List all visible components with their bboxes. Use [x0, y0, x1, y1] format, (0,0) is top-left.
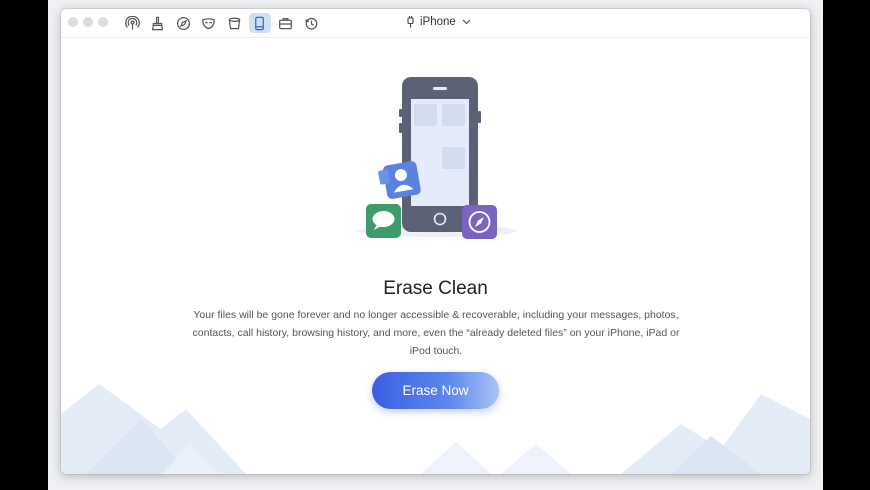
podcast-icon[interactable] — [121, 13, 143, 33]
privacy-mask-icon[interactable] — [198, 13, 220, 33]
trash-bin-icon[interactable] — [223, 13, 245, 33]
device-name: iPhone — [420, 15, 456, 28]
contacts-app-icon — [378, 161, 421, 199]
browser-safari-icon[interactable] — [172, 13, 194, 33]
phone-illustration — [356, 77, 516, 239]
toolbar — [121, 13, 326, 33]
titlebar: iPhone — [61, 9, 810, 38]
zoom-window-button[interactable] — [98, 17, 108, 27]
chevron-down-icon — [462, 19, 471, 24]
device-selector[interactable]: iPhone — [407, 15, 471, 28]
minimize-window-button[interactable] — [83, 17, 93, 27]
description: Your files will be gone forever and no l… — [181, 306, 691, 360]
safari-app-icon — [462, 205, 497, 239]
messages-app-icon — [366, 204, 401, 238]
close-window-button[interactable] — [68, 17, 78, 27]
clean-brush-icon[interactable] — [147, 13, 169, 33]
toolbox-icon[interactable] — [275, 13, 297, 33]
description-line: Your files will be gone forever and no l… — [193, 309, 679, 321]
history-icon[interactable] — [300, 13, 322, 33]
description-line: iPod touch. — [409, 345, 463, 357]
app-window: iPhone Erase Clean Your files will be go… — [61, 9, 810, 474]
description-line: contacts, call history, browsing history… — [192, 327, 680, 339]
erase-phone-icon[interactable] — [248, 13, 271, 33]
usb-plug-icon — [407, 16, 414, 28]
page-title: Erase Clean — [383, 278, 488, 299]
erase-now-button[interactable]: Erase Now — [372, 372, 499, 409]
